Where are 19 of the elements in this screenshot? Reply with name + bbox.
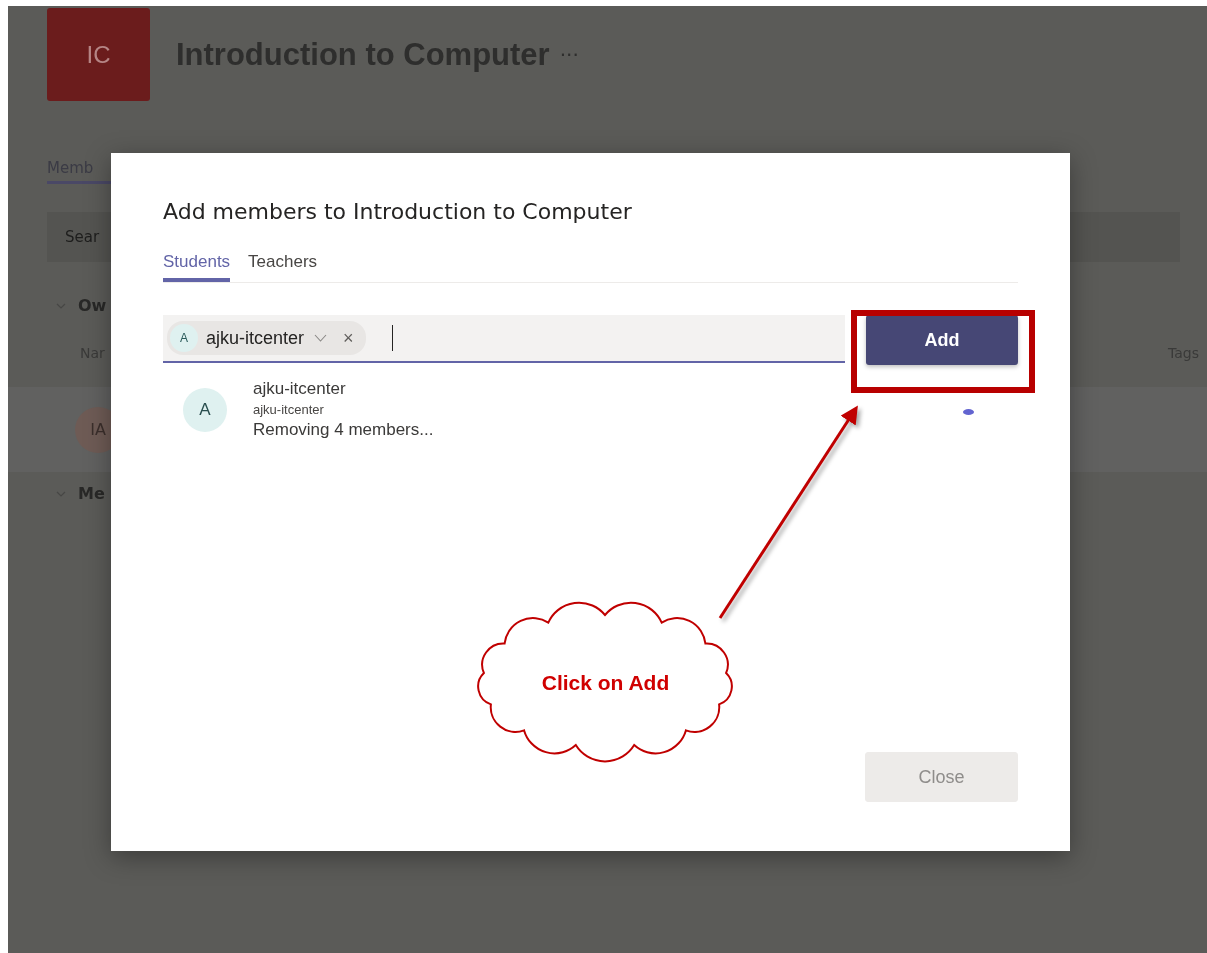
team-avatar: IC — [47, 8, 150, 101]
dialog-title: Add members to Introduction to Computer — [163, 199, 633, 224]
people-picker-field[interactable]: A ajku-itcenter × — [163, 315, 845, 363]
user-name: ajku-itcenter — [253, 379, 347, 399]
tab[interactable]: Students — [163, 252, 231, 282]
chip-avatar: A — [170, 324, 198, 352]
callout-text: Click on Add — [540, 671, 671, 695]
suggestion-item[interactable]: A ajku-itcenter ajku-itcenter Removing 4 members... — [163, 379, 583, 440]
status-text: Removing 4 members... — [253, 420, 434, 440]
user-email: ajku-itcenter — [253, 402, 325, 417]
chevron-icon — [314, 334, 328, 342]
add-button[interactable]: Add — [866, 315, 1018, 365]
remove-button[interactable]: × — [343, 327, 354, 349]
tab[interactable]: Teachers — [248, 252, 318, 282]
person-chip[interactable]: A ajku-itcenter × — [167, 321, 366, 355]
user-avatar: A — [183, 387, 227, 432]
loading-dot-icon — [963, 409, 974, 415]
text-cursor — [391, 325, 393, 351]
chip-name: ajku-itcenter — [206, 327, 305, 349]
